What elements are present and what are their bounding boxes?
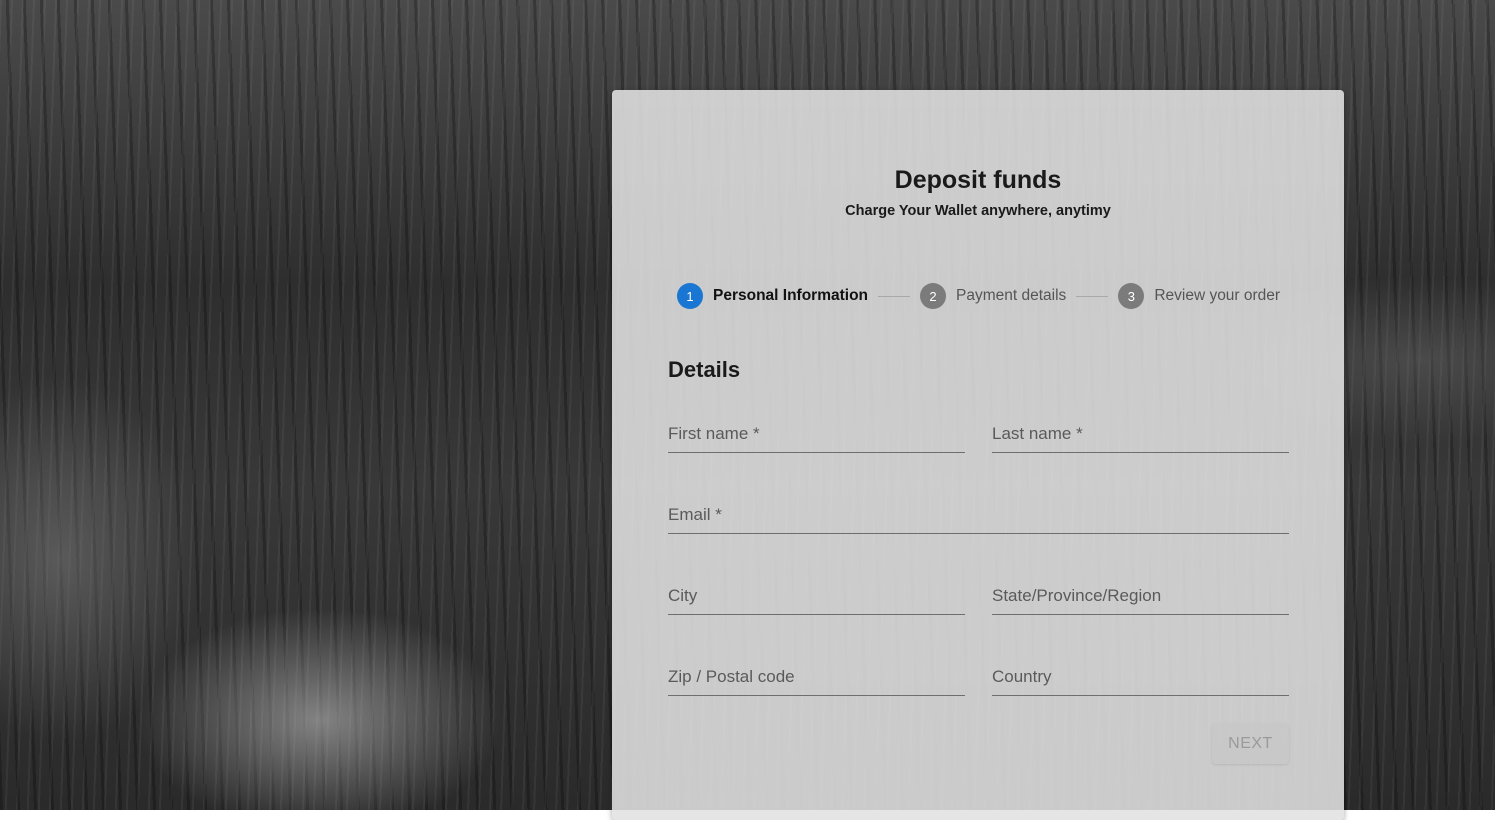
first-name-field[interactable]: First name * <box>668 416 965 453</box>
zip-field[interactable]: Zip / Postal code <box>668 659 965 696</box>
state-field[interactable]: State/Province/Region <box>992 578 1289 615</box>
step-label: Personal Information <box>713 287 869 304</box>
deposit-card: Deposit funds Charge Your Wallet anywher… <box>612 90 1344 820</box>
step-connector <box>1076 295 1109 297</box>
email-label: Email * <box>668 505 722 524</box>
last-name-label: Last name * <box>992 424 1083 443</box>
step-connector <box>878 295 911 297</box>
step-number-circle: 1 <box>677 283 703 309</box>
step-personal-information[interactable]: 1 Personal Information <box>677 283 868 309</box>
next-button[interactable]: NEXT <box>1212 723 1289 764</box>
first-name-label: First name * <box>668 424 760 443</box>
step-payment-details[interactable]: 2 Payment details <box>920 283 1066 309</box>
city-label: City <box>668 586 698 605</box>
details-heading: Details <box>668 357 741 382</box>
page-subtitle: Charge Your Wallet anywhere, anytimy <box>845 203 1111 219</box>
step-label: Review your order <box>1154 287 1281 304</box>
last-name-field[interactable]: Last name * <box>992 416 1289 453</box>
email-field[interactable]: Email * <box>668 497 1289 534</box>
step-review-order[interactable]: 3 Review your order <box>1118 283 1280 309</box>
city-field[interactable]: City <box>668 578 965 615</box>
page-title: Deposit funds <box>894 166 1062 194</box>
step-number-circle: 2 <box>920 283 947 309</box>
country-field[interactable]: Country <box>992 659 1289 696</box>
country-label: Country <box>992 667 1052 686</box>
stepper: 1 Personal Information 2 Payment details… <box>677 283 1280 309</box>
step-label: Payment details <box>956 287 1067 304</box>
state-label: State/Province/Region <box>992 586 1162 605</box>
step-number-circle: 3 <box>1118 283 1145 309</box>
zip-label: Zip / Postal code <box>668 667 795 686</box>
